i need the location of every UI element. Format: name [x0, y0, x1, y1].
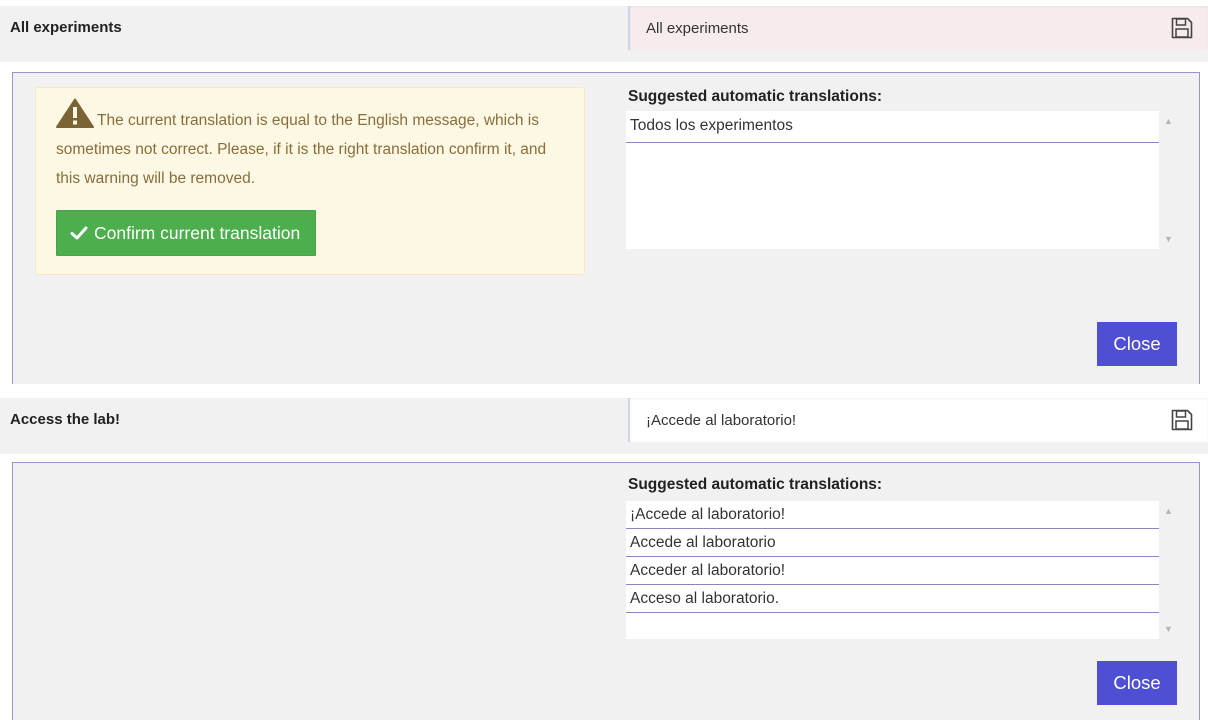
warning-triangle-icon [56, 98, 94, 128]
suggestion-item[interactable]: Accede al laboratorio [626, 529, 1178, 557]
confirm-translation-button[interactable]: Confirm current translation [56, 210, 317, 256]
scroll-down-arrow-icon[interactable]: ▼ [1159, 231, 1178, 247]
suggestions-list[interactable]: ¡Accede al laboratorio! Accede al labora… [626, 501, 1178, 639]
confirm-button-label: Confirm current translation [94, 222, 301, 243]
translation-panel: Suggested automatic translations: ¡Acced… [12, 462, 1200, 720]
save-button[interactable] [1170, 16, 1194, 40]
suggestions-title: Suggested automatic translations: [628, 476, 883, 493]
suggestions-list[interactable]: Todos los experimentos [626, 111, 1178, 249]
close-button[interactable]: Close [1097, 661, 1177, 705]
message-label: All experiments [10, 19, 122, 36]
translation-input[interactable] [628, 6, 1208, 50]
translation-input[interactable] [628, 398, 1208, 442]
floppy-disk-icon [1171, 17, 1193, 39]
suggestion-item[interactable]: Acceder al laboratorio! [626, 557, 1178, 585]
checkmark-icon [70, 226, 88, 240]
entry-header-access-the-lab: Access the lab! [0, 398, 1208, 454]
suggestion-item[interactable]: Todos los experimentos [626, 111, 1178, 143]
suggestions-scrollbar[interactable]: ▲ ▼ [1159, 501, 1178, 639]
scroll-up-arrow-icon[interactable]: ▲ [1159, 113, 1178, 129]
suggestion-item[interactable]: ¡Accede al laboratorio! [626, 501, 1178, 529]
save-button[interactable] [1170, 408, 1194, 432]
floppy-disk-icon [1171, 409, 1193, 431]
translation-panel: The current translation is equal to the … [12, 72, 1200, 384]
message-label: Access the lab! [10, 411, 121, 428]
suggestion-item[interactable]: Acceso al laboratorio. [626, 585, 1178, 613]
warning-text: The current translation is equal to the … [56, 112, 547, 187]
suggestions-title: Suggested automatic translations: [628, 88, 883, 105]
scroll-down-arrow-icon[interactable]: ▼ [1159, 621, 1178, 637]
suggestions-scrollbar[interactable]: ▲ ▼ [1159, 111, 1178, 249]
entry-header-all-experiments: All experiments [0, 6, 1208, 62]
close-button[interactable]: Close [1097, 322, 1177, 366]
warning-alert: The current translation is equal to the … [35, 87, 585, 275]
scroll-up-arrow-icon[interactable]: ▲ [1159, 503, 1178, 519]
